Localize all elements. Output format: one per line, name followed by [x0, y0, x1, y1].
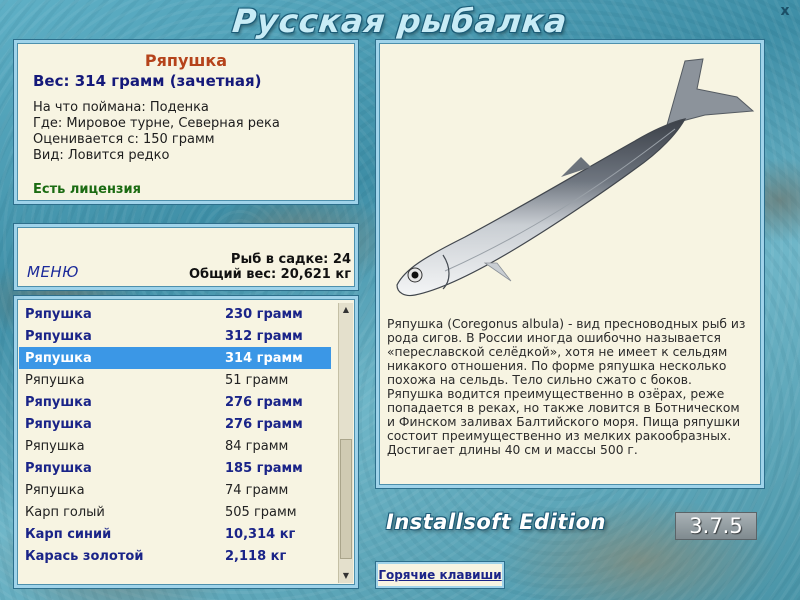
list-item-weight: 84 грамм	[225, 438, 289, 454]
list-item-weight: 276 грамм	[225, 416, 303, 432]
license-status: Есть лицензия	[33, 182, 141, 197]
list-item[interactable]: Ряпушка 185 грамм	[19, 457, 331, 479]
total-weight: Общий вес: 20,621 кг	[188, 267, 351, 282]
list-item-weight: 2,118 кг	[225, 548, 287, 564]
fish-description: Ряпушка (Coregonus albula) - вид преснов…	[387, 317, 746, 457]
list-item-weight: 74 грамм	[225, 482, 289, 498]
scroll-up-icon[interactable]: ▲	[339, 303, 353, 317]
list-item[interactable]: Ряпушка 312 грамм	[19, 325, 331, 347]
fish-illustration	[396, 58, 755, 297]
list-item[interactable]: Ряпушка 276 грамм	[19, 413, 331, 435]
cage-stats: Рыб в садке: 24 Общий вес: 20,621 кг	[189, 252, 351, 282]
menu-button[interactable]: МЕНЮ	[27, 263, 79, 281]
list-item-name: Ряпушка	[25, 482, 85, 498]
close-icon[interactable]: x	[778, 4, 792, 18]
list-item[interactable]: Ряпушка 230 грамм	[19, 303, 331, 325]
location-line: Где: Мировое турне, Северная река	[33, 116, 280, 131]
list-item-name: Ряпушка	[25, 306, 92, 322]
list-item[interactable]: Ряпушка 84 грамм	[19, 435, 331, 457]
fish-description-panel: Ряпушка (Coregonus albula) - вид преснов…	[376, 40, 764, 488]
version-badge: 3.7.5	[675, 512, 757, 540]
list-item[interactable]: Ряпушка 51 грамм	[19, 369, 331, 391]
list-item-weight: 185 грамм	[225, 460, 303, 476]
fish-weight: Вес: 314 грамм (зачетная)	[33, 72, 262, 90]
list-item-name: Ряпушка	[25, 394, 92, 410]
list-item-name: Ряпушка	[25, 372, 85, 388]
list-scrollbar[interactable]: ▲ ▼	[338, 303, 353, 583]
edition-logo: Installsoft Edition	[386, 510, 606, 534]
list-item-weight: 505 грамм	[225, 504, 297, 520]
list-item-name: Карп голый	[25, 504, 105, 520]
scroll-down-icon[interactable]: ▼	[339, 569, 353, 583]
list-item-name: Карп синий	[25, 526, 112, 542]
rarity-line: Вид: Ловится редко	[33, 148, 170, 163]
app-title: Русская рыбалка	[230, 2, 570, 40]
list-item[interactable]: Ряпушка 276 грамм	[19, 391, 331, 413]
list-item-weight: 314 грамм	[225, 350, 303, 366]
list-item[interactable]: Ряпушка 314 грамм	[19, 347, 331, 369]
list-item-name: Ряпушка	[25, 328, 92, 344]
bait-line: На что поймана: Поденка	[33, 100, 209, 115]
list-item-weight: 10,314 кг	[225, 526, 296, 542]
list-item-weight: 51 грамм	[225, 372, 289, 388]
list-item-weight: 230 грамм	[225, 306, 303, 322]
catch-list: Ряпушка 230 грамм Ряпушка 312 грамм Ряпушка 3…	[19, 303, 331, 567]
fish-count: Рыб в садке: 24	[230, 252, 351, 267]
scroll-thumb[interactable]	[340, 439, 352, 559]
list-item[interactable]: Карп синий 10,314 кг	[19, 523, 331, 545]
list-item-name: Карась золотой	[25, 548, 144, 564]
catch-details: На что поймана: Поденка Где: Мировое тур…	[33, 100, 355, 164]
list-item-weight: 312 грамм	[225, 328, 303, 344]
list-item-weight: 276 грамм	[225, 394, 303, 410]
cage-panel: МЕНЮ Рыб в садке: 24 Общий вес: 20,621 к…	[14, 224, 358, 290]
list-item-name: Ряпушка	[25, 350, 92, 366]
list-item-name: Ряпушка	[25, 416, 92, 432]
list-item-name: Ряпушка	[25, 438, 85, 454]
hotkeys-button[interactable]: Горячие клавиши	[376, 562, 504, 588]
catch-info-panel: Ряпушка Вес: 314 грамм (зачетная) На что…	[14, 40, 358, 204]
list-item[interactable]: Карп голый 505 грамм	[19, 501, 331, 523]
fish-name: Ряпушка	[144, 51, 228, 70]
list-item-name: Ряпушка	[25, 460, 92, 476]
list-item[interactable]: Карась золотой 2,118 кг	[19, 545, 331, 567]
list-item[interactable]: Ряпушка 74 грамм	[19, 479, 331, 501]
catch-list-panel: Ряпушка 230 грамм Ряпушка 312 грамм Ряпушка 3…	[14, 296, 358, 588]
min-weight-line: Оценивается с: 150 грамм	[33, 132, 215, 147]
